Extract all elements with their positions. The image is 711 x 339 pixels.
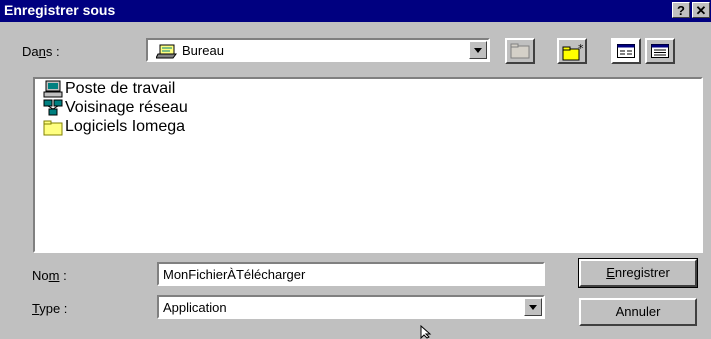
list-item-logiciels-iomega[interactable]: Logiciels Iomega	[43, 117, 185, 137]
cursor-icon	[420, 325, 432, 339]
details-view-button[interactable]	[645, 38, 675, 64]
help-button[interactable]: ?	[672, 2, 690, 18]
list-item-label: Voisinage réseau	[65, 99, 188, 116]
network-icon	[43, 99, 63, 116]
list-item-label: Poste de travail	[65, 80, 176, 97]
computer-icon	[43, 80, 63, 98]
svg-text:*: *	[578, 43, 584, 55]
list-item-label: Logiciels Iomega	[65, 118, 186, 135]
save-button[interactable]: Enregistrer	[578, 258, 698, 288]
filename-label: Nom :	[32, 268, 67, 283]
desktop-icon	[156, 44, 177, 59]
location-label: Dans :	[22, 44, 60, 59]
chevron-down-icon[interactable]	[469, 41, 487, 59]
list-item-poste-de-travail[interactable]: Poste de travail	[43, 79, 175, 99]
filetype-label: Type :	[32, 301, 68, 316]
new-folder-button[interactable]: *	[557, 38, 587, 64]
up-folder-icon	[510, 43, 530, 59]
cancel-button[interactable]: Annuler	[579, 298, 697, 326]
filename-value: MonFichierÀTélécharger	[163, 267, 306, 282]
filetype-value: Application	[163, 300, 227, 315]
folder-icon	[43, 120, 63, 136]
close-button[interactable]: ✕	[692, 2, 710, 18]
details-view-icon	[651, 44, 669, 58]
list-view-button[interactable]	[611, 38, 641, 64]
filename-field[interactable]: MonFichierÀTélécharger	[157, 262, 545, 286]
chevron-down-icon[interactable]	[524, 298, 542, 316]
location-combo[interactable]: Bureau	[146, 38, 490, 62]
filetype-combo[interactable]: Application	[157, 295, 545, 319]
title-bar[interactable]: Enregistrer sous ? ✕	[0, 0, 711, 22]
up-folder-button[interactable]	[505, 38, 535, 64]
file-list[interactable]: Poste de travail Voisinage réseau Logici…	[33, 77, 703, 253]
list-view-icon	[617, 44, 635, 58]
list-item-voisinage-reseau[interactable]: Voisinage réseau	[43, 98, 188, 118]
location-value: Bureau	[182, 43, 224, 58]
new-folder-icon: *	[562, 43, 584, 61]
window-title: Enregistrer sous	[4, 2, 116, 18]
